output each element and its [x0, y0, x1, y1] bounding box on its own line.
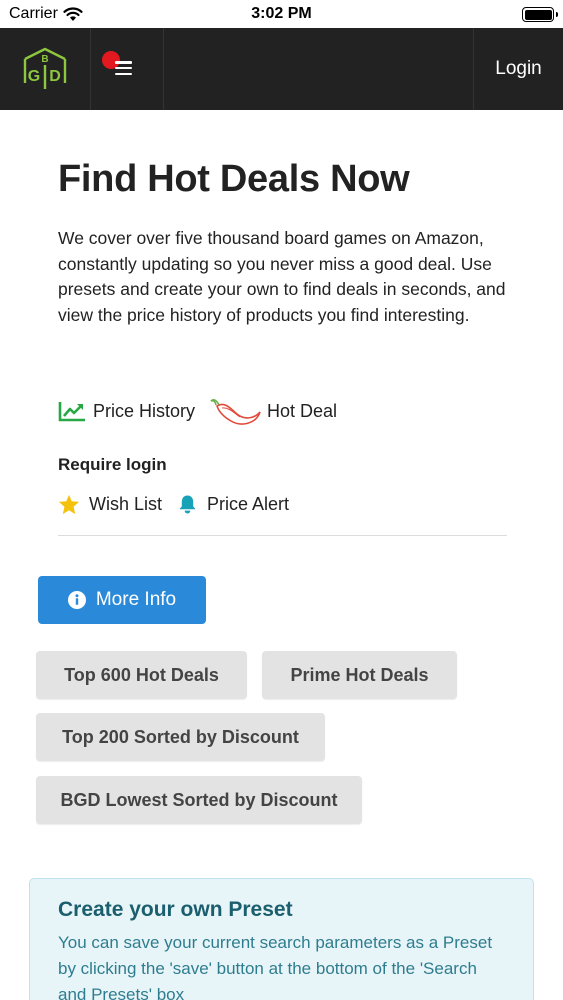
top-200-sorted-by-discount-button[interactable]: Top 200 Sorted by Discount: [36, 713, 325, 761]
menu-toggle-button[interactable]: [91, 28, 164, 110]
info-circle-icon: [67, 591, 86, 609]
svg-text:D: D: [49, 68, 61, 85]
legend-hot-deal: Hot Deal: [209, 395, 337, 427]
legend-hot-deal-label: Hot Deal: [267, 400, 338, 421]
svg-text:B: B: [41, 54, 48, 65]
prime-hot-deals-button[interactable]: Prime Hot Deals: [262, 651, 457, 699]
login-link[interactable]: Login: [473, 28, 563, 110]
legend-wish-list-label: Wish List: [89, 493, 163, 514]
bgd-lowest-sorted-by-discount-button[interactable]: BGD Lowest Sorted by Discount: [36, 776, 362, 824]
legend-price-history-label: Price History: [93, 400, 196, 421]
clock: 3:02 PM: [251, 5, 312, 22]
intro-paragraph: We cover over five thousand board games …: [58, 228, 506, 325]
require-login-heading: Require login: [58, 455, 167, 474]
svg-text:G: G: [28, 68, 40, 85]
section-divider: [58, 535, 507, 536]
page-title: Find Hot Deals Now: [58, 158, 410, 200]
preset-box-body: You can save your current search paramet…: [58, 933, 493, 1000]
legend-price-alert-label: Price Alert: [207, 493, 290, 514]
chart-line-icon: [58, 402, 85, 422]
feature-legend: Price History Hot Deal: [58, 396, 337, 426]
legend-price-alert: Price Alert: [178, 494, 289, 515]
legend-price-history: Price History: [58, 400, 195, 422]
status-bar: Carrier 3:02 PM: [0, 0, 563, 28]
login-features-legend: Wish List Price Alert: [58, 491, 289, 517]
more-info-button[interactable]: More Info: [38, 576, 206, 624]
more-info-label: More Info: [95, 589, 177, 610]
hamburger-menu-icon: [115, 61, 132, 75]
bell-icon: [179, 495, 196, 514]
star-icon: [58, 494, 80, 514]
battery-icon: [522, 7, 558, 22]
preset-box-title: Create your own Preset: [58, 898, 293, 921]
create-preset-info-box: Create your own Preset You can save your…: [29, 878, 534, 1000]
top-navbar: B G D Login: [0, 28, 563, 110]
top-600-hot-deals-button[interactable]: Top 600 Hot Deals: [36, 651, 247, 699]
home-logo-link[interactable]: B G D: [0, 28, 91, 110]
bgd-logo-icon: B G D: [23, 47, 67, 89]
legend-wish-list: Wish List: [58, 494, 162, 515]
chili-pepper-icon: [210, 399, 261, 425]
